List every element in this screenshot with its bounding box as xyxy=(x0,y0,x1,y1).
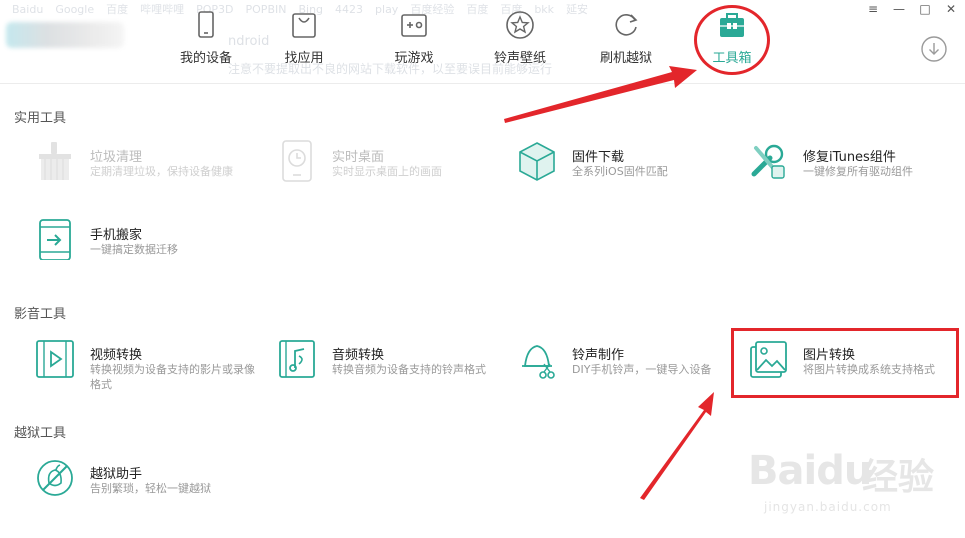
tool-desc: 一键修复所有驱动组件 xyxy=(803,165,913,178)
tool-name: 垃圾清理 xyxy=(90,150,143,165)
watermark-cn: 经验 xyxy=(862,457,935,498)
nav-label: 刷机越狱 xyxy=(599,51,652,66)
tool-name: 视频转换 xyxy=(90,348,143,363)
baidu-jingyan-watermark: Baidu 经验 jingyan.baidu.com xyxy=(742,436,942,526)
maximize-icon[interactable]: □ xyxy=(919,2,931,16)
audio-icon xyxy=(279,340,315,378)
wrench-icon xyxy=(751,144,785,179)
nav-games[interactable]: 玩游戏 xyxy=(368,10,460,72)
top-bar: Baidu Google 百度 哔哩哔哩 POP3D POPBIN Bing 4423 play… xyxy=(0,0,965,84)
tool-desc: 定期清理垃圾，保持设备健康 xyxy=(90,165,233,178)
tool-desc: 全系列iOS固件匹配 xyxy=(572,165,668,178)
nav-label: 铃声壁纸 xyxy=(493,51,546,66)
tool-desc: 一键搞定数据迁移 xyxy=(90,243,178,256)
jailbreak-icon xyxy=(37,460,73,496)
nav-label: 找应用 xyxy=(284,51,324,66)
background-tab: Baidu xyxy=(12,3,44,16)
tool-name: 实时桌面 xyxy=(332,150,385,165)
tool-name: 越狱助手 xyxy=(90,467,143,482)
bell-scissors-icon xyxy=(522,345,555,379)
clock-phone-icon xyxy=(282,140,312,182)
tool-desc: 告别繁琐，轻松一键越狱 xyxy=(90,482,211,495)
section-title-utilities: 实用工具 xyxy=(14,111,67,126)
tool-repair-itunes[interactable]: 修复iTunes组件 一键修复所有驱动组件 xyxy=(748,140,965,194)
tool-name: 修复iTunes组件 xyxy=(803,150,896,165)
tool-desc: 实时显示桌面上的画面 xyxy=(332,165,442,178)
minimize-icon[interactable]: — xyxy=(893,2,905,16)
background-tab: 百度 xyxy=(106,3,129,16)
refresh-icon xyxy=(615,14,638,36)
nav-label: 玩游戏 xyxy=(394,51,434,66)
phone-transfer-icon xyxy=(39,219,71,260)
gamepad-icon xyxy=(401,14,427,37)
tool-phone-migration[interactable]: 手机搬家 一键搞定数据迁移 xyxy=(35,218,263,272)
tool-name: 铃声制作 xyxy=(572,348,625,363)
nav-my-device[interactable]: 我的设备 xyxy=(160,10,252,72)
nav-label: 我的设备 xyxy=(179,51,232,66)
download-icon[interactable] xyxy=(921,36,947,62)
section-title-jailbreak: 越狱工具 xyxy=(14,426,67,441)
close-icon[interactable]: ✕ xyxy=(945,2,957,16)
window-controls: ≡ — □ ✕ xyxy=(867,2,957,16)
section-title-media: 影音工具 xyxy=(14,307,67,322)
tool-name: 固件下载 xyxy=(572,150,625,165)
cube-icon xyxy=(519,142,555,181)
tool-desc: 转换音频为设备支持的铃声格式 xyxy=(332,363,486,376)
nav-ringtones-wallpapers[interactable]: 铃声壁纸 xyxy=(474,10,566,72)
tool-firmware-download[interactable]: 固件下载 全系列iOS固件匹配 xyxy=(517,140,745,194)
background-tab: Google xyxy=(55,3,95,16)
nav-flash-jailbreak[interactable]: 刷机越狱 xyxy=(580,10,672,72)
watermark-url: jingyan.baidu.com xyxy=(764,500,892,514)
tool-desc: DIY手机铃声，一键导入设备 xyxy=(572,363,712,376)
tool-audio-convert[interactable]: 音频转换 转换音频为设备支持的铃声格式 xyxy=(277,338,505,392)
arrow-to-image-convert xyxy=(640,392,714,500)
star-icon xyxy=(506,11,534,39)
tool-video-convert[interactable]: 视频转换 转换视频为设备支持的影片或录像格式 xyxy=(35,338,263,392)
annotation-circle xyxy=(694,5,770,75)
phone-icon xyxy=(198,11,214,38)
tool-ringtone-maker[interactable]: 铃声制作 DIY手机铃声，一键导入设备 xyxy=(517,338,745,392)
app-logo-blurred xyxy=(6,22,124,48)
tool-desc: 转换视频为设备支持的影片或录像格式 xyxy=(90,363,255,391)
tool-live-desktop[interactable]: 实时桌面 实时显示桌面上的画面 xyxy=(277,140,505,194)
tool-jailbreak-assistant[interactable]: 越狱助手 告别繁琐，轻松一键越狱 xyxy=(35,457,263,511)
annotation-rectangle xyxy=(731,328,959,398)
broom-icon xyxy=(39,142,71,180)
nav-find-apps[interactable]: 找应用 xyxy=(258,10,350,72)
bag-icon xyxy=(292,13,316,38)
watermark-text: Baidu xyxy=(748,448,872,494)
tool-name: 音频转换 xyxy=(332,348,385,363)
tool-junk-cleanup[interactable]: 垃圾清理 定期清理垃圾，保持设备健康 xyxy=(35,140,263,194)
tool-name: 手机搬家 xyxy=(90,228,143,243)
menu-icon[interactable]: ≡ xyxy=(867,2,879,16)
video-icon xyxy=(36,340,74,378)
